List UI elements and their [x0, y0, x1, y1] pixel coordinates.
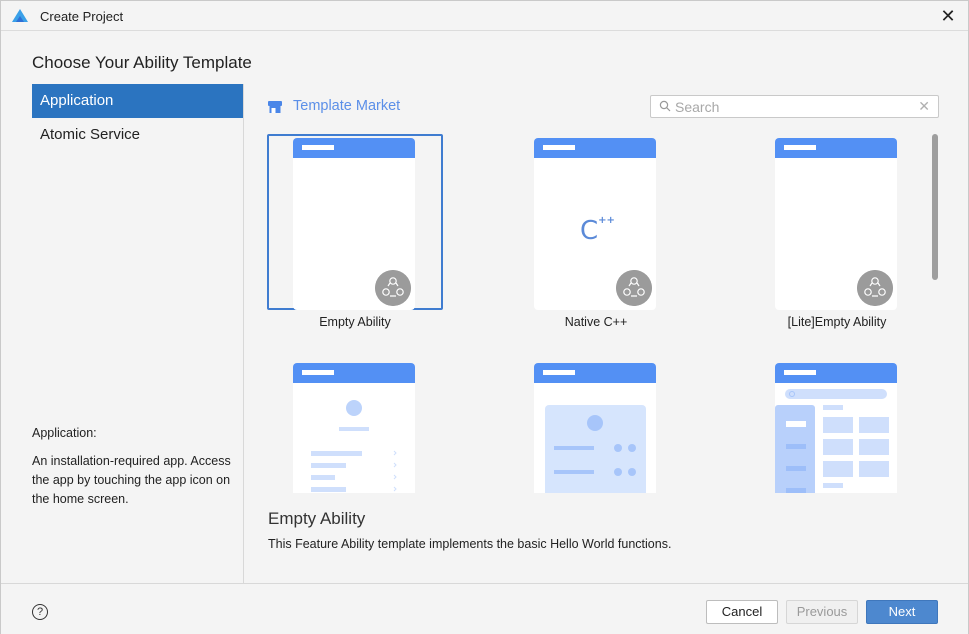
category-description: Application: An installation-required ap… [32, 424, 232, 509]
selected-template-title: Empty Ability [268, 509, 366, 528]
template-card-category-grid[interactable] [749, 361, 923, 493]
preview-header-bar [534, 138, 656, 158]
template-grid-scrollbar[interactable] [932, 134, 938, 280]
selected-template-description: This Feature Ability template implements… [268, 537, 672, 551]
template-preview [775, 138, 897, 310]
next-button[interactable]: Next [866, 600, 938, 624]
preview-header-bar [293, 363, 415, 383]
selection-frame [749, 134, 923, 310]
preview-header-bar [775, 138, 897, 158]
template-preview [293, 363, 415, 493]
previous-button[interactable]: Previous [786, 600, 858, 624]
category-grid-illustration [775, 389, 889, 493]
selection-frame: C++ [508, 134, 684, 310]
search-input[interactable] [675, 97, 915, 116]
search-icon [659, 100, 671, 112]
selection-frame [267, 134, 443, 310]
store-icon [268, 101, 282, 113]
template-card-profile-list[interactable] [267, 361, 443, 493]
window-title: Create Project [40, 9, 124, 24]
category-sidebar: Application Atomic Service Application: … [32, 84, 244, 583]
template-grid: Empty Ability C++ Native C++ [Lite]Empty… [263, 131, 923, 493]
template-label: Native C++ [564, 315, 628, 329]
ability-badge-icon [857, 270, 893, 306]
template-preview: C++ [534, 138, 656, 310]
ability-badge-icon [616, 270, 652, 306]
template-card-native-cpp[interactable]: C++ Native C++ [508, 134, 684, 334]
title-bar: Create Project ✕ [1, 1, 968, 31]
template-label: [Lite]Empty Ability [787, 315, 887, 329]
card-panel-illustration [545, 405, 646, 493]
template-market-link[interactable]: Template Market [293, 98, 400, 114]
ability-badge-icon [375, 270, 411, 306]
template-preview [534, 363, 656, 493]
help-icon[interactable]: ? [32, 604, 48, 620]
description-text: An installation-required app. Access the… [32, 454, 231, 506]
preview-header-bar [293, 138, 415, 158]
profile-list-illustration [311, 400, 397, 492]
sidebar-item-atomic-service[interactable]: Atomic Service [32, 118, 243, 152]
close-icon[interactable]: ✕ [938, 6, 958, 26]
selection-frame [267, 361, 443, 493]
cpp-logo-icon: C++ [580, 215, 615, 246]
preview-header-bar [534, 363, 656, 383]
dialog-footer: ? Cancel Previous Next [1, 583, 968, 634]
selection-frame [749, 361, 923, 493]
template-card-card-panel[interactable] [508, 361, 684, 493]
template-label: Empty Ability [319, 315, 391, 329]
template-preview [293, 138, 415, 310]
cancel-button[interactable]: Cancel [706, 600, 778, 624]
template-card-lite-empty-ability[interactable]: [Lite]Empty Ability [749, 134, 923, 334]
create-project-dialog: Create Project ✕ Choose Your Ability Tem… [0, 0, 969, 634]
selection-frame [508, 361, 684, 493]
search-box: ✕ [650, 95, 939, 118]
page-title: Choose Your Ability Template [32, 53, 252, 72]
app-logo-icon [12, 9, 28, 22]
description-label: Application: [32, 426, 97, 440]
sidebar-item-application[interactable]: Application [32, 84, 243, 118]
preview-header-bar [775, 363, 897, 383]
template-card-empty-ability[interactable]: Empty Ability [267, 134, 443, 334]
clear-search-icon[interactable]: ✕ [918, 98, 930, 115]
template-preview [775, 363, 897, 493]
